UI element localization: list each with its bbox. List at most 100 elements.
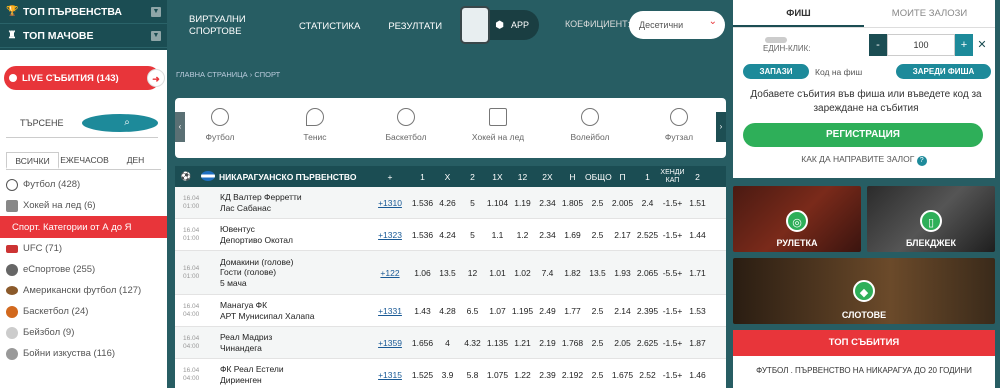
odd-cell[interactable]: 2.525 [635, 230, 660, 240]
odd-cell[interactable]: 1.77 [560, 306, 585, 316]
match-teams[interactable]: Ювентус Депортиво Окотал [220, 224, 370, 245]
sidebar-item-categories[interactable]: Спорт. Категории от А до Я [0, 216, 167, 238]
sport-tab-tennis[interactable]: Тенис [280, 108, 350, 142]
odd-cell[interactable]: 5 [460, 198, 485, 208]
tab-slip[interactable]: ФИШ [733, 0, 864, 27]
odd-cell[interactable]: 2.5 [585, 306, 610, 316]
arrow-right-icon[interactable]: ➜ [147, 69, 165, 87]
tab-all[interactable]: ВСИЧКИ [6, 152, 59, 169]
chevron-down-icon[interactable]: ▼ [151, 30, 161, 41]
android-icon[interactable]: ⬢ [495, 20, 504, 31]
odd-cell[interactable]: 1.19 [510, 198, 535, 208]
slip-code-field[interactable]: Код на фиш [815, 67, 862, 77]
close-icon[interactable]: ✕ [973, 34, 991, 56]
sport-tab-volleyball[interactable]: Волейбол [555, 108, 625, 142]
odd-cell[interactable]: 1.656 [410, 338, 435, 348]
odd-cell[interactable]: 1.135 [485, 338, 510, 348]
tab-day[interactable]: ДЕН [110, 152, 161, 169]
odd-cell[interactable]: 5.8 [460, 370, 485, 380]
odd-cell[interactable]: 2.34 [535, 198, 560, 208]
odd-cell[interactable]: 7.4 [535, 268, 560, 278]
odd-cell[interactable]: 2.5 [585, 338, 610, 348]
odd-cell[interactable]: 1.536 [410, 230, 435, 240]
odd-cell[interactable]: 2.065 [635, 268, 660, 278]
odd-cell[interactable]: 1.104 [485, 198, 510, 208]
odd-cell[interactable]: 1.768 [560, 338, 585, 348]
odd-cell[interactable]: 2.52 [635, 370, 660, 380]
top-event-item[interactable]: ФУТБОЛ . ПЪРВЕНСТВО НА НИКАРАГУА ДО 20 Г… [733, 356, 995, 388]
odd-cell[interactable]: 2.39 [535, 370, 560, 380]
sport-tab-futsal[interactable]: Футзал [644, 108, 714, 142]
odd-cell[interactable]: 2.192 [560, 370, 585, 380]
sidebar-item-esports[interactable]: еСпортове (255) [0, 259, 167, 280]
more-markets-link[interactable]: +1315 [370, 370, 410, 380]
stake-input[interactable]: 100 [887, 34, 955, 56]
odd-cell[interactable]: 1.075 [485, 370, 510, 380]
odd-cell[interactable]: 1.525 [410, 370, 435, 380]
odd-cell[interactable]: 1.44 [685, 230, 710, 240]
odd-cell[interactable]: 2.5 [585, 370, 610, 380]
more-markets-link[interactable]: +1310 [370, 198, 410, 208]
match-teams[interactable]: КД Валтер Ферретти Лас Сабанас [220, 192, 370, 213]
odd-cell[interactable]: -1.5+ [660, 370, 685, 380]
search-input[interactable]: ТЪРСЕНЕ [6, 118, 82, 128]
sport-tab-hockey[interactable]: Хокей на лед [463, 108, 533, 142]
odd-cell[interactable]: 1.675 [610, 370, 635, 380]
top-matches-header[interactable]: ♜ ТОП МАЧОВЕ ▼ [0, 24, 167, 48]
odd-cell[interactable]: -1.5+ [660, 230, 685, 240]
odd-cell[interactable]: 1.71 [685, 268, 710, 278]
odd-cell[interactable]: 1.195 [510, 306, 535, 316]
odd-cell[interactable]: 6.5 [460, 306, 485, 316]
odd-cell[interactable]: 1.43 [410, 306, 435, 316]
league-name[interactable]: НИКАРАГУАНСКО ПЪРВЕНСТВО [219, 172, 370, 182]
carousel-prev-button[interactable]: ‹ [175, 112, 185, 142]
odd-cell[interactable]: 1.87 [685, 338, 710, 348]
odd-cell[interactable]: 1.69 [560, 230, 585, 240]
sidebar-item-american-football[interactable]: Американски футбол (127) [0, 280, 167, 301]
slots-tile[interactable]: ◆ СЛОТОВЕ [733, 258, 995, 324]
odd-cell[interactable]: 2.5 [585, 198, 610, 208]
odd-cell[interactable]: 1.2 [510, 230, 535, 240]
match-teams[interactable]: Реал Мадриз Чинандега [220, 332, 370, 353]
match-teams[interactable]: ФК Реал Естели Дириенген [220, 364, 370, 385]
sidebar-item-ufc[interactable]: UFC (71) [0, 238, 167, 259]
live-events-button[interactable]: LIVE СЪБИТИЯ (143) ➜ [4, 66, 165, 90]
odd-cell[interactable]: 1.21 [510, 338, 535, 348]
odd-cell[interactable]: 2.005 [610, 198, 635, 208]
odd-cell[interactable]: 2.17 [610, 230, 635, 240]
tab-my-bets[interactable]: МОИТЕ ЗАЛОЗИ [864, 0, 995, 27]
odd-cell[interactable]: 4.28 [435, 306, 460, 316]
match-teams[interactable]: Манагуа ФК АРТ Мунисипал Халапа [220, 300, 370, 321]
search-box[interactable]: ТЪРСЕНЕ ⌕ [6, 108, 158, 138]
odd-cell[interactable]: 3.9 [435, 370, 460, 380]
search-icon[interactable]: ⌕ [82, 113, 158, 132]
odd-cell[interactable]: 1.93 [610, 268, 635, 278]
carousel-next-button[interactable]: › [716, 112, 726, 142]
stake-stepper[interactable]: - 100 + ✕ [869, 34, 991, 56]
more-markets-link[interactable]: +1331 [370, 306, 410, 316]
odd-cell[interactable]: 2.5 [585, 230, 610, 240]
top-leagues-header[interactable]: 🏆 ТОП ПЪРВЕНСТВА ▼ [0, 0, 167, 24]
save-button[interactable]: ЗАПАЗИ [743, 64, 809, 79]
odd-cell[interactable]: 1.01 [485, 268, 510, 278]
register-button[interactable]: РЕГИСТРАЦИЯ [743, 123, 983, 147]
decrease-button[interactable]: - [869, 34, 887, 56]
odd-cell[interactable]: 4.26 [435, 198, 460, 208]
odd-cell[interactable]: 1.46 [685, 370, 710, 380]
breadcrumb[interactable]: ГЛАВНА СТРАНИЦА › СПОРТ [176, 70, 280, 79]
tab-hourly[interactable]: ЕЖЕЧАСОВ [59, 152, 110, 169]
sidebar-item-baseball[interactable]: Бейзбол (9) [0, 322, 167, 343]
odd-cell[interactable]: 2.14 [610, 306, 635, 316]
sidebar-item-hockey[interactable]: Хокей на лед (6) [0, 195, 167, 216]
more-markets-link[interactable]: +1359 [370, 338, 410, 348]
statistics-link[interactable]: СТАТИСТИКА [299, 21, 360, 32]
odd-cell[interactable]: 4.32 [460, 338, 485, 348]
blackjack-tile[interactable]: ▯ БЛЕКДЖЕК [867, 186, 995, 252]
sport-tab-basketball[interactable]: Баскетбол [371, 108, 441, 142]
odd-cell[interactable]: 5 [460, 230, 485, 240]
how-to-bet-link[interactable]: КАК ДА НАПРАВИТЕ ЗАЛОГ ? [733, 154, 995, 166]
results-link[interactable]: РЕЗУЛТАТИ [388, 21, 442, 32]
match-teams[interactable]: Домакини (голове) Гости (голове) 5 мача [220, 257, 370, 289]
odd-cell[interactable]: -1.5+ [660, 338, 685, 348]
odd-cell[interactable]: 1.07 [485, 306, 510, 316]
